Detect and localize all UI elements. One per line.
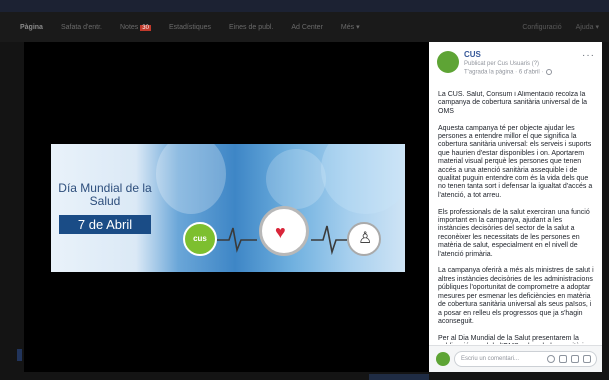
- tab-notifications-label: Notes: [120, 23, 139, 31]
- post-header: CUS Publicat per Cus Usuaris (?) T'agrad…: [437, 50, 597, 80]
- commenter-avatar: [436, 352, 450, 366]
- settings-link[interactable]: Configuració: [522, 24, 561, 31]
- sticker-icon[interactable]: [583, 355, 591, 363]
- post-paragraph: La CUS. Salut, Consum i Alimentació reco…: [438, 91, 588, 115]
- banner-title: Día Mundial de la Salud: [58, 181, 152, 208]
- page-avatar[interactable]: [437, 51, 459, 73]
- gif-icon[interactable]: [571, 355, 579, 363]
- tab-publishing-tools[interactable]: Eines de publ.: [229, 24, 273, 31]
- notification-count-badge: 30: [140, 24, 151, 31]
- facebook-top-bar: [0, 0, 609, 12]
- dimmed-page-right: [602, 42, 609, 380]
- dimmed-page-element: [17, 349, 22, 361]
- post-paragraph: La campanya oferirà a més als ministres …: [438, 267, 594, 325]
- comment-tools: [547, 355, 591, 363]
- walking-person-glyph: ♙: [358, 230, 373, 247]
- comment-placeholder: Escriu un comentari...: [461, 356, 520, 362]
- published-by: Publicat per Cus Usuaris (?): [464, 61, 540, 67]
- dimmed-page-element: [369, 374, 429, 380]
- emoji-icon[interactable]: [547, 355, 555, 363]
- tab-ad-center[interactable]: Ad Center: [291, 24, 323, 31]
- post-paragraph: Aquesta campanya té per objecte ajudar l…: [438, 124, 593, 199]
- post-paragraph: Els professionals de la salut exerciran …: [438, 208, 590, 258]
- post-meta-text: T'agrada la pàgina · 6 d'abril ·: [464, 69, 544, 76]
- walking-person-icon: ♙: [347, 222, 381, 256]
- comment-bar: Escriu un comentari...: [429, 345, 602, 372]
- tab-more[interactable]: Més ▾: [341, 23, 360, 31]
- heart-glyph: ♥: [275, 222, 286, 242]
- post-paragraph: Per al Dia Mundial de la Salut presentar…: [438, 334, 591, 344]
- tab-notifications[interactable]: Notes 30: [120, 24, 151, 31]
- cus-logo-text: cus: [193, 234, 207, 243]
- globe-icon: [546, 69, 553, 75]
- page-tabs-bar: Pàgina Safata d'entr. Notes 30 Estadístiq…: [0, 12, 609, 42]
- page-name-link[interactable]: CUS: [464, 50, 481, 59]
- post-panel: CUS Publicat per Cus Usuaris (?) T'agrad…: [429, 42, 602, 372]
- page-settings-area: Configuració Ajuda ▾: [522, 12, 599, 42]
- heart-icon: ♥: [259, 206, 309, 256]
- ecg-line-graphic: [217, 225, 347, 256]
- banner-date: 7 de Abril: [59, 215, 151, 234]
- tab-inbox[interactable]: Safata d'entr.: [61, 24, 102, 31]
- dimmed-page-bottom: [24, 372, 602, 380]
- post-text: La CUS. Salut, Consum i Alimentació reco…: [438, 91, 595, 344]
- camera-icon[interactable]: [559, 355, 567, 363]
- dimmed-page-left: [0, 42, 24, 380]
- tab-page[interactable]: Pàgina: [20, 24, 43, 31]
- cus-logo-badge: cus: [183, 222, 217, 256]
- campaign-banner-image[interactable]: Día Mundial de la Salud 7 de Abril cus ♥…: [51, 144, 405, 272]
- post-meta: T'agrada la pàgina · 6 d'abril ·: [464, 69, 553, 76]
- comment-input[interactable]: Escriu un comentari...: [454, 351, 597, 367]
- more-options-icon[interactable]: ···: [582, 50, 595, 61]
- tab-insights[interactable]: Estadístiques: [169, 24, 211, 31]
- help-link[interactable]: Ajuda ▾: [576, 23, 599, 31]
